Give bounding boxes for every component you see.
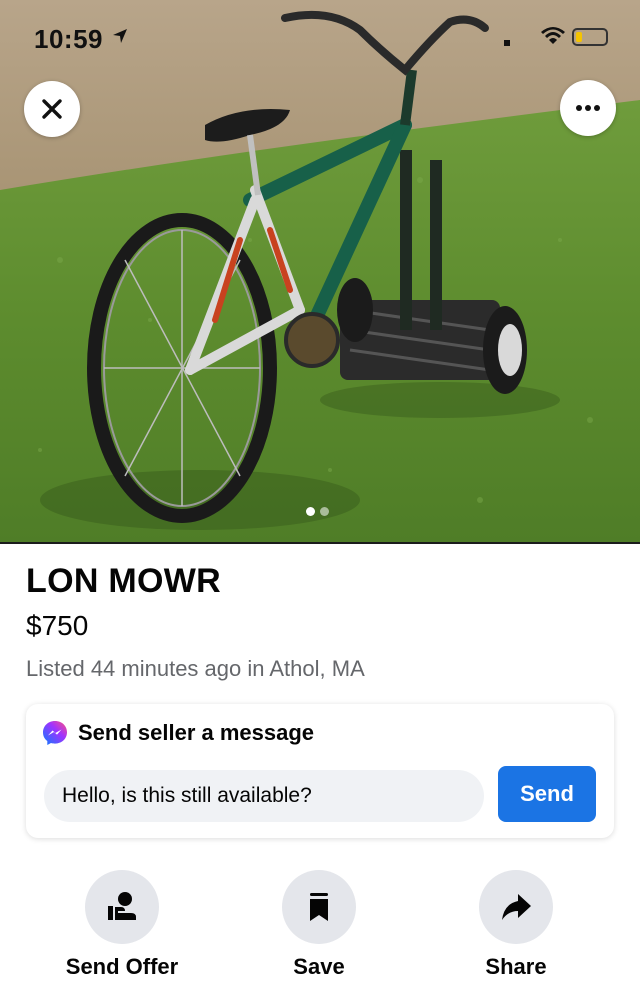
send-message-button[interactable]: Send [498,766,596,822]
more-options-icon [576,105,600,111]
share-arrow-icon [502,894,531,920]
messenger-icon [43,721,67,745]
share-action[interactable]: Share [436,870,596,980]
photo-carousel-dots[interactable] [306,507,329,516]
save-action[interactable]: Save [239,870,399,980]
listing-title: LON MOWR [26,562,222,600]
location-arrow-icon [112,28,128,49]
send-offer-button[interactable] [85,870,159,944]
bookmark-icon [310,893,328,921]
listing-price: $750 [26,610,89,641]
carousel-dot[interactable] [320,507,329,516]
send-offer-icon [108,892,136,920]
photo-divider [0,542,640,544]
share-label: Share [485,954,547,979]
send-offer-action[interactable]: Send Offer [42,870,202,980]
status-bar: 10:59 [0,0,640,70]
close-button[interactable] [24,81,80,137]
listing-photo[interactable]: 10:59 [0,0,640,542]
share-button[interactable] [479,870,553,944]
save-button[interactable] [282,870,356,944]
cellular-signal-icon [504,40,510,46]
listing-meta[interactable]: Listed 44 minutes ago in Athol, MA [26,656,365,682]
carousel-dot-active[interactable] [306,507,315,516]
listing-photo-image [0,0,640,542]
message-card-header: Send seller a message [42,720,314,746]
message-input[interactable] [44,770,484,822]
message-seller-card: Send seller a message Send [26,704,614,838]
save-label: Save [293,954,345,979]
more-options-button[interactable] [560,80,616,136]
wifi-icon [540,26,566,51]
send-offer-label: Send Offer [65,954,179,979]
message-card-title: Send seller a message [78,720,315,745]
close-icon [42,99,62,119]
status-time: 10:59 [34,24,103,54]
battery-low-icon [572,28,608,46]
